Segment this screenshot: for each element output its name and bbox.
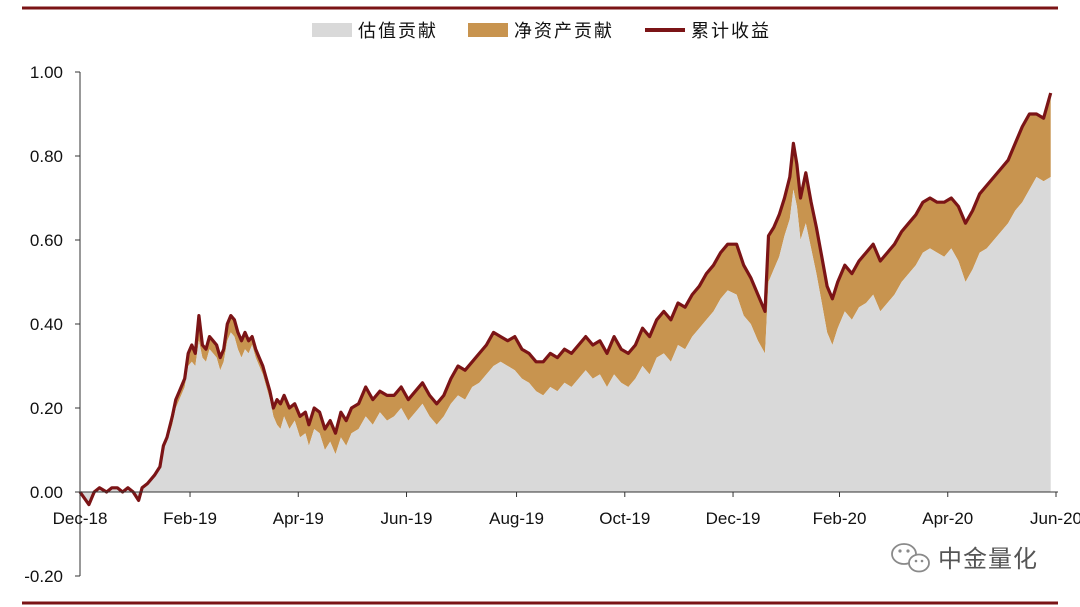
x-tick-label: Oct-19 <box>599 509 650 528</box>
x-tick-label: Jun-20 <box>1030 509 1080 528</box>
x-tick-label: Dec-19 <box>706 509 761 528</box>
y-tick-label: 0.80 <box>30 147 63 166</box>
watermark-text: 中金量化 <box>938 545 1038 573</box>
x-tick-label: Jun-19 <box>381 509 433 528</box>
x-tick-label: Apr-20 <box>922 509 973 528</box>
legend-label: 估值贡献 <box>358 21 438 42</box>
x-tick-label: Aug-19 <box>489 509 544 528</box>
y-tick-label: 0.40 <box>30 315 63 334</box>
x-tick-label: Feb-20 <box>813 509 867 528</box>
y-tick-label: 1.00 <box>30 63 63 82</box>
legend-label: 累计收益 <box>691 21 771 42</box>
chart-canvas: 估值贡献 净资产贡献 累计收益 1.00 0.80 0.60 0.40 0.20 0.00 -0… <box>0 0 1080 607</box>
y-tick-label: 0.00 <box>30 483 63 502</box>
x-tick-label: Apr-19 <box>273 509 324 528</box>
watermark: 中金量化 <box>891 543 1038 573</box>
legend-label: 净资产贡献 <box>514 21 614 42</box>
y-tick-label: 0.20 <box>30 399 63 418</box>
chart-legend: 估值贡献 净资产贡献 累计收益 <box>312 21 771 42</box>
x-tick-label: Feb-19 <box>163 509 217 528</box>
legend-swatch <box>312 23 352 37</box>
y-tick-label: -0.20 <box>24 567 63 586</box>
y-tick-label: 0.60 <box>30 231 63 250</box>
x-tick-label: Dec-18 <box>53 509 108 528</box>
legend-swatch <box>468 23 508 37</box>
